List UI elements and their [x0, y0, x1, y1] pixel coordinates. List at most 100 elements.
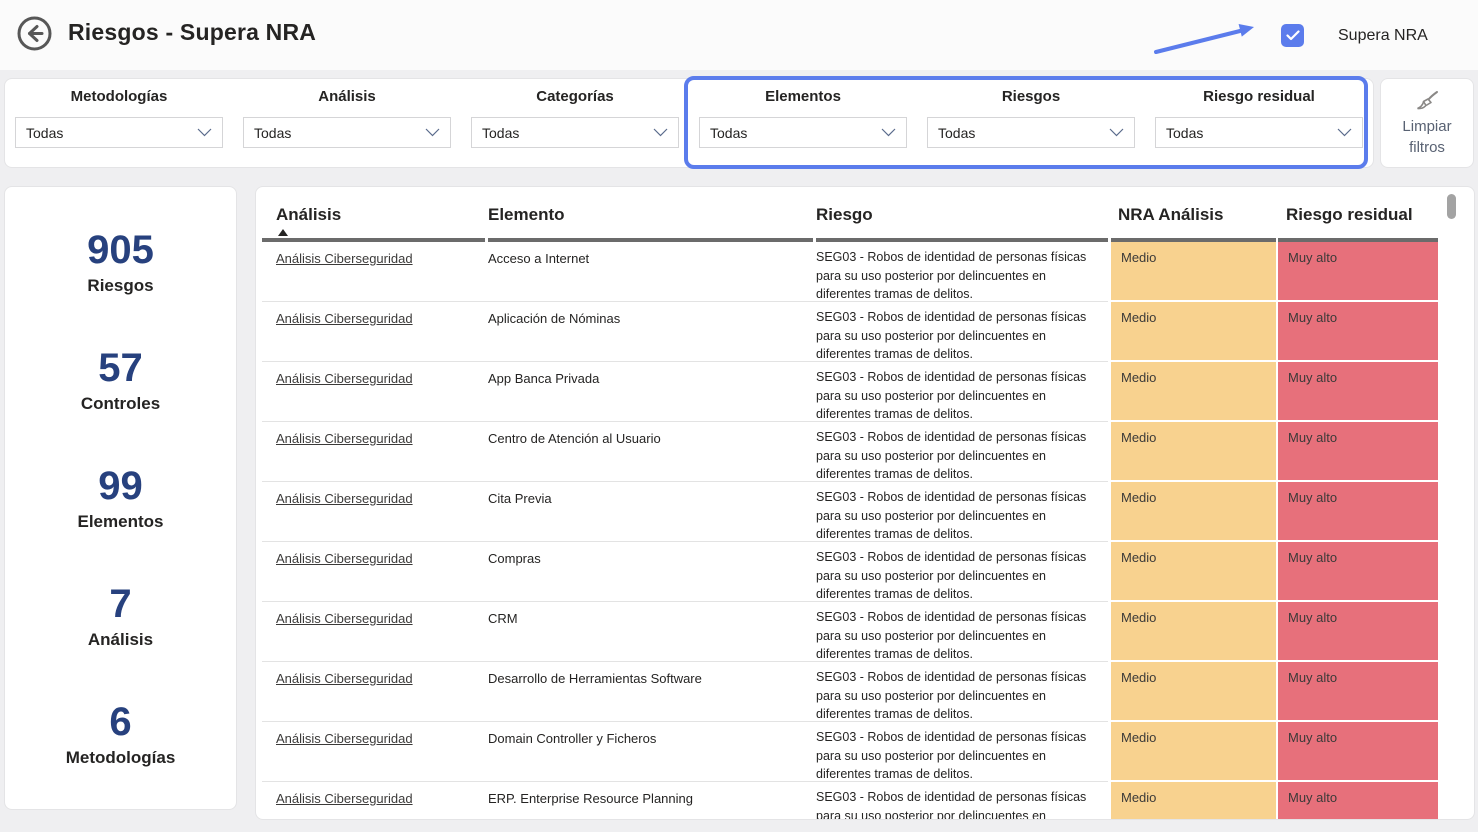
annotation-arrow-icon — [1150, 16, 1270, 58]
filter-dropdown[interactable]: Todas — [1155, 117, 1363, 148]
stat-value: 99 — [5, 465, 236, 507]
elemento-cell: Desarrollo de Herramientas Software — [488, 671, 803, 686]
riesgo-cell: SEG03 - Robos de identidad de personas f… — [816, 488, 1098, 544]
chevron-down-icon — [425, 128, 440, 137]
riesgo-cell: SEG03 - Robos de identidad de personas f… — [816, 668, 1098, 724]
nra-analisis-cell: Medio — [1111, 722, 1276, 780]
riesgo-cell: SEG03 - Robos de identidad de personas f… — [816, 788, 1098, 820]
elemento-cell: Domain Controller y Ficheros — [488, 731, 803, 746]
supera-nra-label: Supera NRA — [1338, 27, 1428, 45]
chevron-down-icon — [653, 128, 668, 137]
column-header-nra-analisis[interactable]: NRA Análisis — [1118, 205, 1224, 225]
analisis-link[interactable]: Análisis Ciberseguridad — [276, 611, 481, 626]
stat-label: Riesgos — [5, 276, 236, 296]
elemento-cell: CRM — [488, 611, 803, 626]
chevron-down-icon — [197, 128, 212, 137]
risk-table: Análisis Elemento Riesgo NRA Análisis Ri… — [255, 186, 1475, 820]
riesgo-cell: SEG03 - Robos de identidad de personas f… — [816, 548, 1098, 604]
nra-analisis-cell: Medio — [1111, 782, 1276, 820]
riesgo-residual-cell: Muy alto — [1278, 602, 1438, 660]
analisis-link[interactable]: Análisis Ciberseguridad — [276, 671, 481, 686]
filter-group: Categorías Todas — [461, 79, 689, 167]
filter-label: Metodologías — [5, 88, 233, 105]
vertical-scrollbar[interactable] — [1447, 194, 1456, 219]
table-row: Análisis Ciberseguridad Domain Controlle… — [256, 722, 1475, 782]
filter-label: Categorías — [461, 88, 689, 105]
riesgo-residual-cell: Muy alto — [1278, 722, 1438, 780]
analisis-link[interactable]: Análisis Ciberseguridad — [276, 791, 481, 806]
analisis-link[interactable]: Análisis Ciberseguridad — [276, 371, 481, 386]
analisis-link[interactable]: Análisis Ciberseguridad — [276, 311, 481, 326]
page-title: Riesgos - Supera NRA — [68, 19, 316, 46]
riesgo-cell: SEG03 - Robos de identidad de personas f… — [816, 428, 1098, 484]
table-body: Análisis Ciberseguridad Acceso a Interne… — [256, 242, 1475, 820]
stat-value: 7 — [5, 583, 236, 625]
stat-label: Controles — [5, 394, 236, 414]
elemento-cell: Acceso a Internet — [488, 251, 803, 266]
analisis-link[interactable]: Análisis Ciberseguridad — [276, 491, 481, 506]
sort-ascending-icon — [278, 229, 288, 236]
elemento-cell: App Banca Privada — [488, 371, 803, 386]
table-row: Análisis Ciberseguridad Acceso a Interne… — [256, 242, 1475, 302]
column-header-riesgo[interactable]: Riesgo — [816, 205, 873, 225]
nra-analisis-cell: Medio — [1111, 602, 1276, 660]
analisis-link[interactable]: Análisis Ciberseguridad — [276, 731, 481, 746]
analisis-link[interactable]: Análisis Ciberseguridad — [276, 431, 481, 446]
elemento-cell: ERP. Enterprise Resource Planning — [488, 791, 803, 806]
summary-panel: 905 Riesgos 57 Controles 99 Elementos 7 … — [4, 186, 237, 810]
nra-analisis-cell: Medio — [1111, 662, 1276, 720]
table-row: Análisis Ciberseguridad Aplicación de Nó… — [256, 302, 1475, 362]
table-row: Análisis Ciberseguridad CRM SEG03 - Robo… — [256, 602, 1475, 662]
dropdown-selected-value: Todas — [1166, 125, 1203, 141]
nra-analisis-cell: Medio — [1111, 242, 1276, 300]
dropdown-selected-value: Todas — [482, 125, 519, 141]
riesgo-cell: SEG03 - Robos de identidad de personas f… — [816, 728, 1098, 784]
dropdown-selected-value: Todas — [254, 125, 291, 141]
dropdown-selected-value: Todas — [26, 125, 63, 141]
stat-value: 905 — [5, 229, 236, 271]
supera-nra-checkbox[interactable] — [1281, 24, 1304, 47]
nra-analisis-cell: Medio — [1111, 362, 1276, 420]
riesgo-residual-cell: Muy alto — [1278, 302, 1438, 360]
filter-bar: Metodologías Todas Análisis Todas Catego… — [4, 78, 1374, 168]
column-header-elemento[interactable]: Elemento — [488, 205, 565, 225]
checkmark-icon — [1286, 30, 1300, 41]
back-button[interactable] — [16, 15, 53, 52]
analisis-link[interactable]: Análisis Ciberseguridad — [276, 551, 481, 566]
riesgo-residual-cell: Muy alto — [1278, 662, 1438, 720]
filter-dropdown[interactable]: Todas — [471, 117, 679, 148]
riesgo-residual-cell: Muy alto — [1278, 362, 1438, 420]
nra-analisis-cell: Medio — [1111, 302, 1276, 360]
filter-dropdown[interactable]: Todas — [243, 117, 451, 148]
filter-dropdown[interactable]: Todas — [15, 117, 223, 148]
filter-label: Análisis — [233, 88, 461, 105]
chevron-down-icon — [881, 128, 896, 137]
filter-label: Elementos — [689, 88, 917, 105]
filter-dropdown[interactable]: Todas — [927, 117, 1135, 148]
filter-group: Riesgos Todas — [917, 79, 1145, 167]
filter-group: Elementos Todas — [689, 79, 917, 167]
table-row: Análisis Ciberseguridad Centro de Atenci… — [256, 422, 1475, 482]
riesgo-cell: SEG03 - Robos de identidad de personas f… — [816, 308, 1098, 364]
filter-group: Riesgo residual Todas — [1145, 79, 1373, 167]
stat-label: Análisis — [5, 630, 236, 650]
chevron-down-icon — [1109, 128, 1124, 137]
filter-dropdown[interactable]: Todas — [699, 117, 907, 148]
riesgo-residual-cell: Muy alto — [1278, 242, 1438, 300]
stat-card: 7 Análisis — [5, 583, 236, 650]
title-bar: Riesgos - Supera NRA Supera NRA — [0, 0, 1478, 70]
riesgo-residual-cell: Muy alto — [1278, 482, 1438, 540]
analisis-link[interactable]: Análisis Ciberseguridad — [276, 251, 481, 266]
clear-filters-button[interactable]: Limpiar filtros — [1380, 78, 1474, 168]
stat-card: 905 Riesgos — [5, 229, 236, 296]
filter-label: Riesgos — [917, 88, 1145, 105]
clear-filters-label: Limpiar filtros — [1396, 117, 1458, 158]
stat-value: 6 — [5, 701, 236, 743]
column-header-analisis[interactable]: Análisis — [276, 205, 341, 225]
dropdown-selected-value: Todas — [710, 125, 747, 141]
dropdown-selected-value: Todas — [938, 125, 975, 141]
column-header-riesgo-residual[interactable]: Riesgo residual — [1286, 205, 1413, 225]
riesgo-residual-cell: Muy alto — [1278, 422, 1438, 480]
nra-analisis-cell: Medio — [1111, 482, 1276, 540]
table-row: Análisis Ciberseguridad ERP. Enterprise … — [256, 782, 1475, 820]
